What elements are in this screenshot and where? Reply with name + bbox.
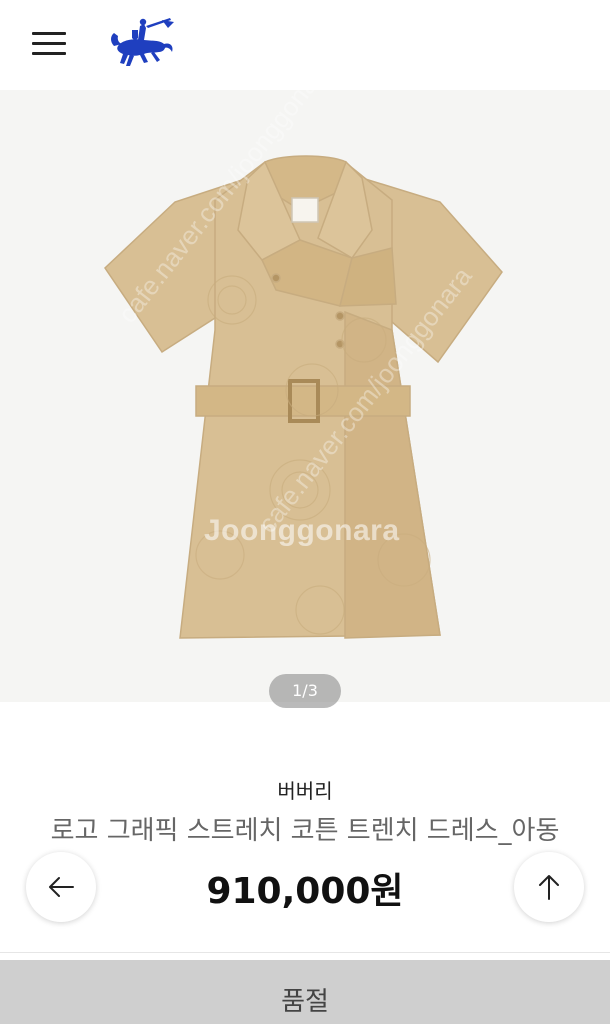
equestrian-knight-logo-icon[interactable] [104, 16, 178, 72]
header [0, 0, 610, 90]
brand-name: 버버리 [277, 779, 333, 803]
soldout-button[interactable]: 품절 [0, 960, 610, 1024]
image-pager-indicator: 1/3 [269, 674, 341, 708]
product-title: 로고 그래픽 스트레치 코튼 트렌치 드레스_아동 [50, 816, 560, 846]
product-image-gallery[interactable]: cafe.naver.com/joonggonara cafe.naver.co… [0, 90, 610, 702]
watermark-text: Joonggonara [204, 514, 400, 547]
product-image [104, 155, 503, 639]
divider [0, 952, 610, 953]
page: cafe.naver.com/joonggonara cafe.naver.co… [0, 0, 610, 1024]
scroll-top-button[interactable] [514, 852, 584, 922]
arrow-up-icon [539, 875, 559, 900]
hamburger-menu-icon[interactable] [30, 26, 70, 60]
